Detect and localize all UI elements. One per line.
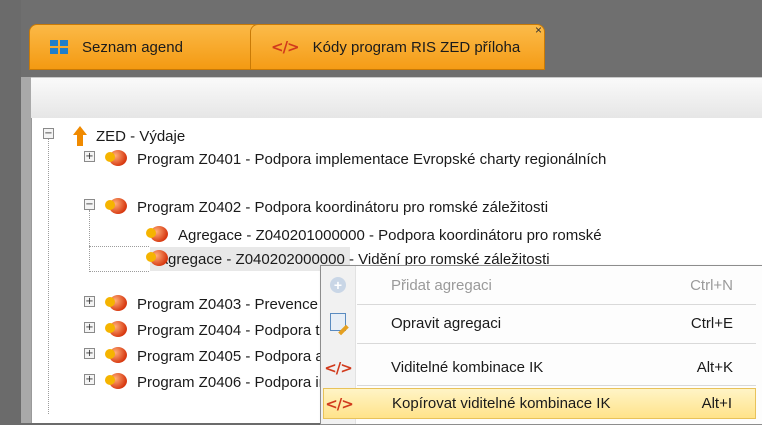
menu-item-shortcut: Alt+I xyxy=(701,395,732,412)
menu-item-shortcut: Alt+K xyxy=(696,359,733,376)
code-icon: </> xyxy=(324,358,353,377)
program-icon xyxy=(105,347,129,365)
menu-separator xyxy=(357,343,756,344)
expand-icon[interactable]: + xyxy=(84,151,95,162)
menu-item-kopirovat-kombinace[interactable]: </> Kopírovat viditelné kombinace IK Alt… xyxy=(323,388,756,419)
tree-root-label: ZED - Výdaje xyxy=(96,127,186,145)
tree-row-label: Program Z0402 - Podpora koordinátoru pro… xyxy=(137,198,549,216)
tree-row-label: Agregace - Z040201000000 - Podpora koord… xyxy=(178,226,602,244)
tree-row[interactable]: Program Z0401 - Podpora implementace Evr… xyxy=(105,147,607,171)
tab-kody-program[interactable]: </> Kódy program RIS ZED příloha × xyxy=(250,23,545,70)
code-icon: </> xyxy=(271,38,300,56)
menu-separator xyxy=(357,304,756,305)
tree-connector xyxy=(48,138,49,414)
tab-label: Kódy program RIS ZED příloha xyxy=(312,38,521,56)
menu-separator xyxy=(357,385,756,386)
up-arrow-icon xyxy=(72,126,88,146)
menu-item-shortcut: Ctrl+N xyxy=(690,277,733,294)
context-menu: + Přidat agregaci Ctrl+N Opravit agregac… xyxy=(320,265,762,425)
program-icon xyxy=(105,321,129,339)
expand-icon[interactable]: + xyxy=(84,296,95,307)
program-icon xyxy=(105,150,129,168)
tree-row-label: Program Z0401 - Podpora implementace Evr… xyxy=(137,150,607,168)
tree-row[interactable]: Program Z0402 - Podpora koordinátoru pro… xyxy=(105,195,549,219)
program-icon xyxy=(105,198,129,216)
menu-item-pridat-agregaci[interactable]: + Přidat agregaci Ctrl+N xyxy=(323,270,756,301)
grid-icon xyxy=(50,40,68,54)
tree-connector xyxy=(89,246,149,247)
edit-icon xyxy=(323,312,353,335)
expand-icon[interactable]: + xyxy=(84,322,95,333)
collapse-icon[interactable]: − xyxy=(84,199,95,210)
close-icon[interactable]: × xyxy=(535,23,542,37)
program-icon xyxy=(105,295,129,313)
collapse-icon[interactable]: − xyxy=(43,128,54,139)
agregace-icon xyxy=(146,226,170,244)
menu-item-label: Opravit agregaci xyxy=(391,315,502,332)
menu-item-label: Kopírovat viditelné kombinace IK xyxy=(392,395,611,412)
tree-root[interactable]: ZED - Výdaje xyxy=(72,124,185,148)
program-icon xyxy=(105,373,129,391)
menu-item-label: Přidat agregaci xyxy=(391,277,492,294)
menu-item-opravit-agregaci[interactable]: Opravit agregaci Ctrl+E xyxy=(323,308,756,339)
tree-connector xyxy=(89,210,90,272)
toolbar xyxy=(31,77,762,119)
tree-row[interactable]: Agregace - Z040201000000 - Podpora koord… xyxy=(146,223,602,247)
menu-item-viditelne-kombinace[interactable]: </> Viditelné kombinace IK Alt+K xyxy=(323,352,756,383)
expand-icon[interactable]: + xyxy=(84,374,95,385)
tab-seznam-agend[interactable]: Seznam agend xyxy=(29,24,261,70)
menu-item-shortcut: Ctrl+E xyxy=(690,315,733,332)
tree-connector xyxy=(89,271,149,272)
add-icon: + xyxy=(323,277,353,294)
code-icon: </> xyxy=(325,394,354,413)
menu-item-label: Viditelné kombinace IK xyxy=(391,359,544,376)
expand-icon[interactable]: + xyxy=(84,348,95,359)
tab-bar: Seznam agend </> Kódy program RIS ZED př… xyxy=(21,0,762,77)
window-frame: Seznam agend </> Kódy program RIS ZED př… xyxy=(21,0,762,425)
tab-label: Seznam agend xyxy=(82,38,183,56)
